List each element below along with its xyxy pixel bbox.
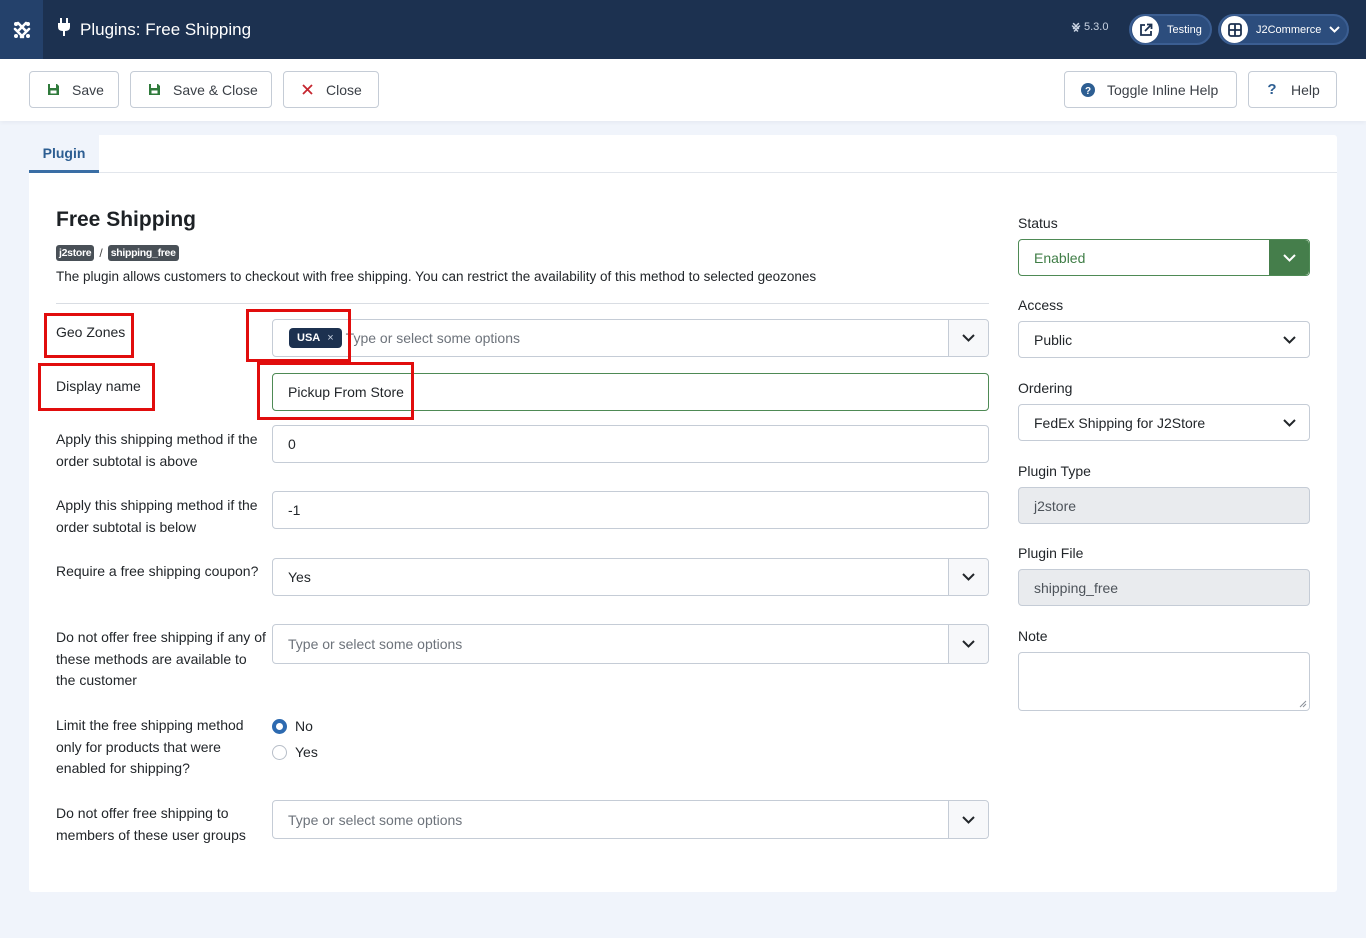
page-title: Plugins: Free Shipping — [80, 19, 252, 39]
divider — [56, 303, 989, 304]
require-coupon-select[interactable]: Yes — [272, 558, 989, 596]
joomla-logo-icon[interactable] — [0, 0, 43, 59]
highlight-display-name-input — [257, 362, 414, 420]
view-site-button[interactable]: Testing — [1129, 14, 1212, 45]
question-circle-icon: ? — [1081, 82, 1095, 97]
note-label: Note — [1018, 628, 1048, 644]
geo-zones-select[interactable]: USA × Type or select some options — [272, 319, 989, 357]
exclude-methods-label: Do not offer free shipping if any of the… — [56, 629, 266, 688]
floppy-icon — [147, 83, 161, 97]
chevron-down-icon — [1329, 26, 1341, 33]
resize-handle-icon[interactable] — [1299, 700, 1307, 708]
joomla-version: 5.3.0 — [1071, 21, 1108, 33]
external-link-icon — [1132, 16, 1159, 43]
save-button[interactable]: Save — [29, 71, 119, 108]
access-label: Access — [1018, 297, 1064, 313]
require-coupon-label: Require a free shipping coupon? — [56, 563, 259, 579]
limit-products-option-yes[interactable]: Yes — [272, 744, 318, 760]
limit-products-option-no[interactable]: No — [272, 718, 313, 734]
status-select[interactable]: Enabled — [1018, 239, 1310, 276]
tab-plugin[interactable]: Plugin — [29, 135, 99, 173]
save-close-button[interactable]: Save & Close — [130, 71, 272, 108]
exclude-methods-select[interactable]: Type or select some options — [272, 624, 989, 664]
group-badge: j2store — [56, 245, 95, 261]
chevron-down-icon[interactable] — [948, 625, 988, 663]
note-textarea[interactable] — [1018, 652, 1310, 711]
user-menu-button[interactable]: J2Commerce — [1218, 14, 1349, 45]
chevron-down-icon[interactable] — [1269, 322, 1309, 357]
highlight-geo-zones-label — [44, 313, 134, 358]
toggle-inline-help-button[interactable]: ? Toggle Inline Help — [1064, 71, 1237, 108]
close-button[interactable]: Close — [283, 71, 379, 108]
plugin-description: The plugin allows customers to checkout … — [56, 269, 817, 284]
plugin-type-field: j2store — [1018, 487, 1310, 524]
chevron-down-icon[interactable] — [1269, 240, 1309, 275]
plug-icon — [57, 18, 71, 41]
exclude-groups-select[interactable]: Type or select some options — [272, 800, 989, 839]
question-icon: ? — [1267, 81, 1277, 98]
chevron-down-icon[interactable] — [948, 801, 988, 838]
chevron-down-icon[interactable] — [948, 320, 988, 356]
plugin-type-label: Plugin Type — [1018, 463, 1091, 479]
ordering-label: Ordering — [1018, 380, 1073, 396]
help-button[interactable]: ? Help — [1248, 71, 1337, 108]
geo-zones-placeholder: Type or select some options — [345, 330, 520, 346]
subtotal-above-input[interactable]: 0 — [272, 425, 989, 463]
toolbar: Save Save & Close Close ? Toggle Inline … — [0, 59, 1366, 121]
page-title-wrap: Plugins: Free Shipping — [57, 0, 251, 59]
subtotal-below-label: Apply this shipping method if the order … — [56, 497, 258, 535]
plugin-breadcrumb: j2store / shipping_free — [56, 245, 179, 261]
chevron-down-icon[interactable] — [948, 559, 988, 595]
highlight-geo-zones-chip — [246, 309, 351, 362]
plugin-heading: Free Shipping — [56, 208, 197, 231]
radio-selected[interactable] — [272, 718, 287, 734]
joomla-small-icon — [1071, 22, 1081, 32]
element-badge: shipping_free — [107, 245, 179, 261]
limit-products-label: Limit the free shipping method only for … — [56, 717, 244, 776]
floppy-icon — [46, 83, 60, 97]
svg-text:?: ? — [1085, 86, 1091, 97]
ordering-select[interactable]: FedEx Shipping for J2Store — [1018, 404, 1310, 441]
plugin-file-label: Plugin File — [1018, 545, 1084, 561]
exclude-groups-label: Do not offer free shipping to members of… — [56, 805, 246, 843]
access-select[interactable]: Public — [1018, 321, 1310, 358]
grid-icon — [1221, 16, 1248, 43]
subtotal-below-input[interactable]: -1 — [272, 491, 989, 529]
top-header: Plugins: Free Shipping 5.3.0 Testing J2C… — [0, 0, 1366, 59]
status-label: Status — [1018, 215, 1058, 231]
subtotal-above-label: Apply this shipping method if the order … — [56, 431, 258, 469]
tab-bar: Plugin — [29, 135, 1337, 173]
radio-unselected[interactable] — [272, 744, 287, 760]
chevron-down-icon[interactable] — [1269, 405, 1309, 440]
breadcrumb-separator: / — [99, 246, 103, 260]
plugin-file-field: shipping_free — [1018, 569, 1310, 606]
close-icon — [300, 83, 314, 97]
highlight-display-name-label — [38, 363, 155, 411]
